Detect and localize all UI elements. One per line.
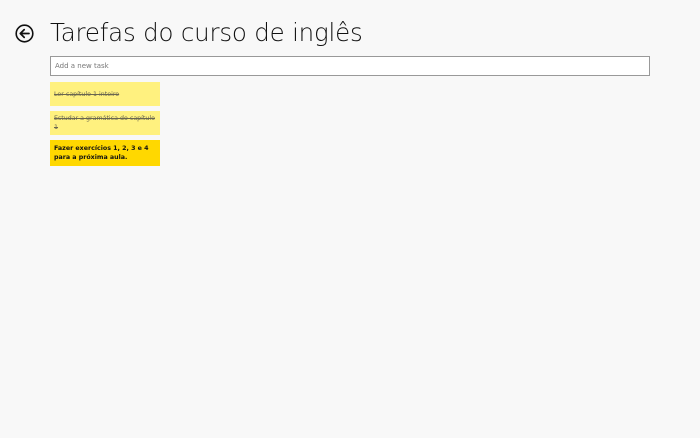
task-item[interactable]: Estudar a gramática do capítulo 1 (50, 111, 160, 135)
task-label: Fazer exercícios 1, 2, 3 e 4 para a próx… (54, 145, 149, 161)
task-item[interactable]: Ler capítulo 1 inteiro (50, 82, 160, 106)
page-title: Tarefas do curso de inglês (50, 18, 363, 47)
new-task-input[interactable] (50, 56, 650, 76)
task-label: Ler capítulo 1 inteiro (54, 90, 120, 98)
task-list: Ler capítulo 1 inteiro Estudar a gramáti… (50, 82, 160, 171)
back-arrow-circle-icon (15, 24, 34, 43)
back-button[interactable] (15, 24, 34, 43)
task-item[interactable]: Fazer exercícios 1, 2, 3 e 4 para a próx… (50, 140, 160, 166)
task-label: Estudar a gramática do capítulo 1 (54, 115, 155, 131)
